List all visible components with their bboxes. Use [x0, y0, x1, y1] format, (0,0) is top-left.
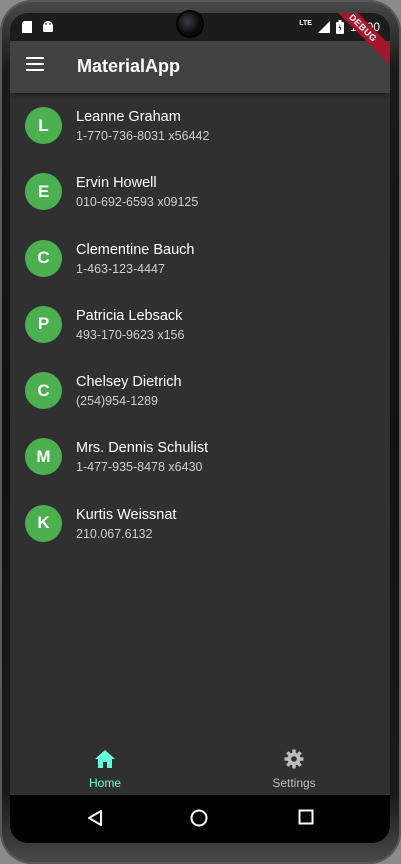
contact-phone: 210.067.6132 [76, 526, 153, 541]
app-bar: MaterialApp [10, 41, 390, 93]
list-item[interactable]: P Patricia Lebsack 493-170-9623 x156 [10, 292, 390, 358]
back-button[interactable] [86, 809, 104, 832]
contact-phone: (254)954-1289 [76, 394, 159, 409]
signal-icon [317, 21, 330, 33]
contact-list: L Leanne Graham 1-770-736-8031 x56442 E … [10, 93, 390, 557]
phone-frame: LTE 12:00 MaterialApp DEBUG L [0, 0, 401, 864]
contact-name: Mrs. Dennis Schulist [76, 440, 209, 457]
contact-phone: 010-692-6593 x09125 [76, 195, 199, 210]
contact-phone: 1-477-935-8478 x6430 [76, 460, 203, 475]
list-item[interactable]: M Mrs. Dennis Schulist 1-477-935-8478 x6… [10, 424, 390, 490]
app-title: MaterialApp [77, 56, 181, 76]
system-navigation-bar [10, 795, 390, 843]
battery-icon [335, 20, 344, 34]
back-triangle-icon [88, 810, 102, 826]
contact-phone: 1-770-736-8031 x56442 [76, 129, 210, 143]
avatar: C [25, 239, 62, 277]
avatar: M [25, 438, 62, 476]
avatar: L [25, 107, 62, 144]
home-circle-icon [190, 809, 208, 827]
avatar: E [25, 173, 62, 211]
list-item[interactable]: C Chelsey Dietrich (254)954-1289 [10, 358, 390, 424]
front-camera [178, 12, 202, 36]
list-item[interactable]: E Ervin Howell 010-692-6593 x09125 [10, 159, 390, 225]
home-button[interactable] [190, 809, 208, 832]
gear-icon [284, 749, 304, 769]
contact-phone: 493-170-9623 x156 [76, 327, 185, 342]
contact-name: Patricia Lebsack [76, 307, 183, 324]
recents-square-icon [298, 809, 314, 825]
android-icon [43, 21, 53, 32]
contact-phone: 1-463-123-4447 [76, 261, 165, 276]
contact-name: Leanne Graham [76, 109, 181, 125]
contact-name: Clementine Bauch [76, 241, 195, 258]
avatar: P [25, 305, 62, 343]
nav-settings[interactable]: Settings [234, 749, 354, 790]
home-icon [95, 750, 115, 768]
list-item[interactable]: C Clementine Bauch 1-463-123-4447 [10, 226, 390, 292]
sd-card-icon [22, 21, 32, 33]
recents-button[interactable] [298, 809, 314, 830]
contact-name: Ervin Howell [76, 175, 157, 192]
contact-name: Chelsey Dietrich [76, 374, 182, 391]
nav-settings-label: Settings [272, 776, 316, 790]
list-item[interactable]: K Kurtis Weissnat 210.067.6132 [10, 491, 390, 557]
nav-home[interactable]: Home [45, 749, 165, 790]
screen: LTE 12:00 MaterialApp DEBUG L [10, 13, 390, 843]
avatar: C [25, 372, 62, 410]
network-type: LTE [299, 19, 312, 27]
bottom-navigation: Home Settings [10, 741, 390, 795]
menu-icon[interactable] [26, 57, 44, 71]
avatar: K [25, 504, 62, 542]
contact-name: Kurtis Weissnat [76, 506, 177, 523]
nav-home-label: Home [88, 776, 121, 790]
list-item[interactable]: L Leanne Graham 1-770-736-8031 x56442 [10, 93, 390, 159]
